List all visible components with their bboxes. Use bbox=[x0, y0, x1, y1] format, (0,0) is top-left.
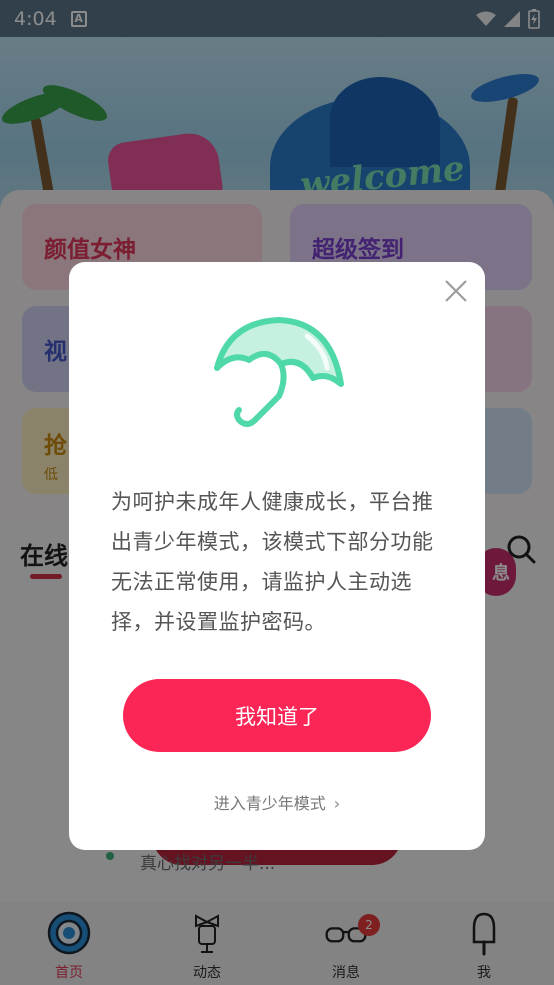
enter-teen-mode-label: 进入青少年模式 bbox=[213, 794, 326, 813]
dialog-message: 为呵护未成年人健康成长，平台推出青少年模式，该模式下部分功能无法正常使用，请监护… bbox=[111, 490, 434, 634]
acknowledge-button[interactable]: 我知道了 bbox=[123, 679, 431, 752]
umbrella-icon bbox=[214, 317, 344, 427]
chevron-right-icon: › bbox=[333, 794, 341, 813]
close-icon[interactable] bbox=[441, 276, 471, 306]
teen-mode-dialog: 为呵护未成年人健康成长，平台推出青少年模式，该模式下部分功能无法正常使用，请监护… bbox=[69, 262, 485, 850]
enter-teen-mode-link[interactable]: 进入青少年模式 › bbox=[69, 790, 485, 814]
